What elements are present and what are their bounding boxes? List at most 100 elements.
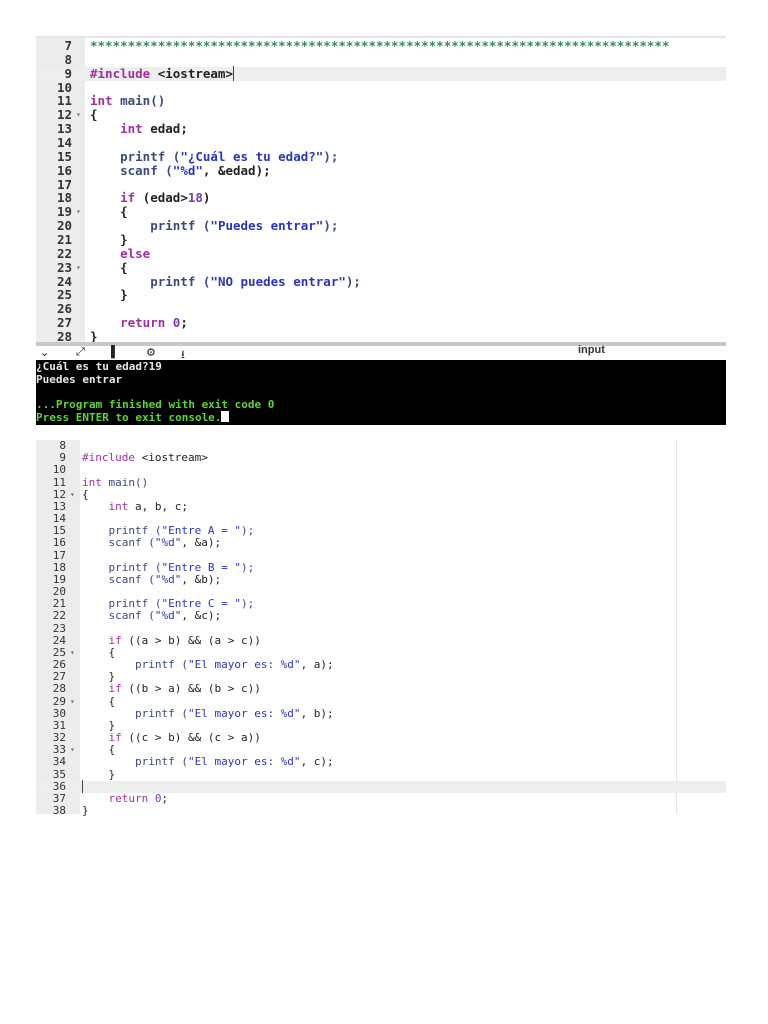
code-token: int bbox=[82, 475, 102, 489]
code-token: ; bbox=[161, 791, 169, 805]
code-editor-1[interactable]: 7 ***************************************… bbox=[36, 36, 726, 344]
code-line[interactable]: 11 int main() bbox=[36, 94, 726, 108]
console-text: ...Program finished with exit code 0 bbox=[36, 397, 275, 411]
code-token: ); bbox=[345, 273, 361, 289]
code-token: } bbox=[90, 287, 128, 303]
code-token: ((a > b) && (a > c)) bbox=[121, 633, 261, 647]
fold-toggle-icon[interactable]: ▾ bbox=[70, 647, 75, 659]
code-text: int main() bbox=[90, 94, 165, 108]
code-line[interactable]: 22 else bbox=[36, 245, 726, 261]
expand-icon[interactable]: ⤢ bbox=[76, 346, 85, 359]
line-number: 22 bbox=[56, 245, 72, 261]
code-text: int main() bbox=[82, 475, 149, 489]
code-token: } bbox=[82, 718, 116, 732]
code-line[interactable]: 25 } bbox=[36, 288, 726, 302]
console-line: ...Program finished with exit code 0 bbox=[36, 397, 726, 412]
code-line[interactable]: 34 printf ("El mayor es: %d", c); bbox=[36, 756, 726, 768]
code-token: , &c); bbox=[181, 609, 222, 623]
code-line[interactable]: 16 scanf ("%d", &edad); bbox=[36, 163, 726, 178]
code-line[interactable]: 32 if ((c > b) && (c > a)) bbox=[36, 731, 726, 744]
code-token: } bbox=[90, 232, 128, 248]
code-token: , &b); bbox=[181, 572, 222, 586]
console-line: Press ENTER to exit console. bbox=[36, 411, 726, 424]
code-token: edad; bbox=[142, 121, 188, 137]
code-text: printf ("NO puedes entrar"); bbox=[90, 273, 361, 289]
line-number: 22 bbox=[52, 609, 66, 623]
code-text: scanf ("%d", &b); bbox=[82, 572, 222, 586]
code-token: ; bbox=[180, 315, 188, 331]
code-line[interactable]: 9 #include <iostream>​ bbox=[36, 65, 726, 81]
code-line[interactable]: 28 if ((b > a) && (b > c)) bbox=[36, 683, 726, 695]
code-token: int bbox=[108, 499, 129, 513]
code-token: scanf ( bbox=[82, 572, 155, 586]
fold-toggle-icon[interactable]: ▾ bbox=[70, 696, 75, 708]
code-text: } bbox=[90, 288, 128, 302]
code-editor-2[interactable]: 8 9 #include <iostream> 10 11 int main() 12 ▾{1… bbox=[36, 439, 726, 818]
line-number: 38 bbox=[52, 804, 66, 818]
fold-toggle-icon[interactable]: ▾ bbox=[76, 261, 81, 275]
code-token: if bbox=[120, 190, 136, 206]
code-token: return bbox=[120, 315, 166, 331]
console-toolbar: ⌄ ⤢ ▌ ⚙ ⭳ input bbox=[36, 342, 726, 361]
code-token: if bbox=[108, 633, 122, 647]
code-line[interactable]: 27 return 0; bbox=[36, 316, 726, 330]
console-text: Puedes entrar bbox=[36, 372, 123, 386]
code-line[interactable]: 20 printf ("Puedes entrar"); bbox=[36, 219, 726, 233]
code-line[interactable]: 13 int edad; bbox=[36, 122, 726, 136]
code-text: ****************************************… bbox=[90, 39, 669, 53]
text-cursor: ​ bbox=[82, 779, 83, 793]
code-token: "El mayor es: %d" bbox=[187, 706, 301, 720]
code-token: "%d" bbox=[154, 572, 182, 586]
code-token: main() bbox=[101, 475, 149, 489]
code-line[interactable]: 16 scanf ("%d", &a); bbox=[36, 537, 726, 549]
code-line[interactable]: 24 if ((a > b) && (a > c)) bbox=[36, 633, 726, 647]
line-number: 29 bbox=[52, 694, 66, 708]
code-token: printf ( bbox=[90, 218, 211, 234]
code-text: } bbox=[82, 804, 89, 818]
code-token: else bbox=[120, 245, 151, 261]
code-line[interactable]: 30 printf ("El mayor es: %d", b); bbox=[36, 706, 726, 720]
code-line[interactable]: 26 printf ("El mayor es: %d", a); bbox=[36, 658, 726, 671]
code-line[interactable]: 22 scanf ("%d", &c); bbox=[36, 610, 726, 622]
code-token: } bbox=[82, 767, 116, 781]
chevron-down-icon[interactable]: ⌄ bbox=[40, 346, 49, 359]
console-text: ¿Cuál es tu edad?19 bbox=[36, 360, 162, 373]
code-line[interactable]: 24 printf ("NO puedes entrar"); bbox=[36, 273, 726, 289]
fold-toggle-icon[interactable]: ▾ bbox=[70, 744, 75, 756]
gear-icon[interactable]: ⚙ bbox=[146, 346, 156, 359]
code-line[interactable]: 38} bbox=[36, 804, 726, 818]
code-text: #include <iostream>​ bbox=[90, 65, 234, 81]
line-number: 7 bbox=[64, 38, 72, 53]
code-token: , &a); bbox=[181, 536, 222, 550]
console-output[interactable]: ¿Cuál es tu edad?19 Puedes entrar ...Progr… bbox=[36, 360, 726, 425]
code-line[interactable]: 11 int main() bbox=[36, 475, 726, 489]
code-token: "%d" bbox=[154, 609, 182, 623]
copy-icon[interactable]: ▌ bbox=[111, 346, 119, 358]
code-line[interactable]: 9 #include <iostream> bbox=[36, 451, 726, 465]
code-line[interactable]: 37 return 0; bbox=[36, 791, 726, 805]
code-token: printf ( bbox=[90, 148, 181, 164]
code-line[interactable]: 7 ***************************************… bbox=[36, 39, 726, 53]
code-token: printf ( bbox=[82, 524, 162, 538]
fold-toggle-icon[interactable]: ▾ bbox=[76, 205, 81, 219]
code-text: return 0; bbox=[90, 316, 188, 330]
code-line[interactable]: 13 int a, b, c; bbox=[36, 499, 726, 513]
fold-toggle-icon[interactable]: ▾ bbox=[76, 108, 81, 122]
code-token: "El mayor es: %d" bbox=[187, 755, 301, 769]
fold-toggle-icon[interactable]: ▾ bbox=[70, 489, 75, 501]
code-token: "¿Cuál es tu edad?" bbox=[180, 148, 324, 164]
code-token: printf ( bbox=[82, 755, 188, 769]
code-token: <iostream> bbox=[134, 451, 208, 465]
code-line[interactable]: 18 if (edad>18) bbox=[36, 191, 726, 205]
code-token: 18 bbox=[187, 190, 203, 206]
code-token: , c); bbox=[300, 755, 334, 769]
code-token: return bbox=[108, 791, 149, 805]
code-token: } bbox=[82, 804, 89, 818]
code-line[interactable]: 35 } bbox=[36, 767, 726, 781]
code-token: "Entre C = " bbox=[161, 597, 241, 611]
line-number: 35 bbox=[52, 767, 66, 781]
code-line[interactable]: 19 scanf ("%d", &b); bbox=[36, 572, 726, 586]
